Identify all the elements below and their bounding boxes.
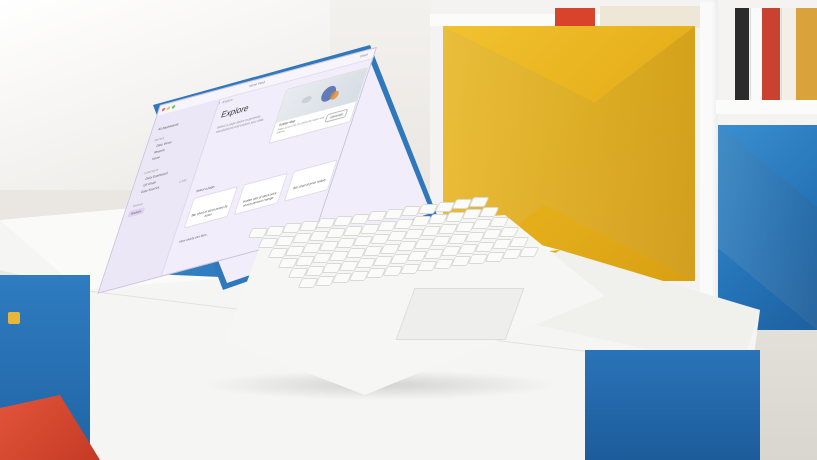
photo-scene: Home Feed Share Projects · Daily Sales D… bbox=[0, 0, 817, 460]
keyboard-key bbox=[468, 196, 490, 207]
keyboard-key bbox=[498, 226, 520, 237]
keyboard-key bbox=[508, 236, 530, 247]
keyboard-key bbox=[478, 206, 500, 217]
keyboard-key bbox=[488, 216, 510, 227]
keyboard-keys bbox=[0, 0, 817, 460]
keyboard-key bbox=[518, 246, 540, 257]
